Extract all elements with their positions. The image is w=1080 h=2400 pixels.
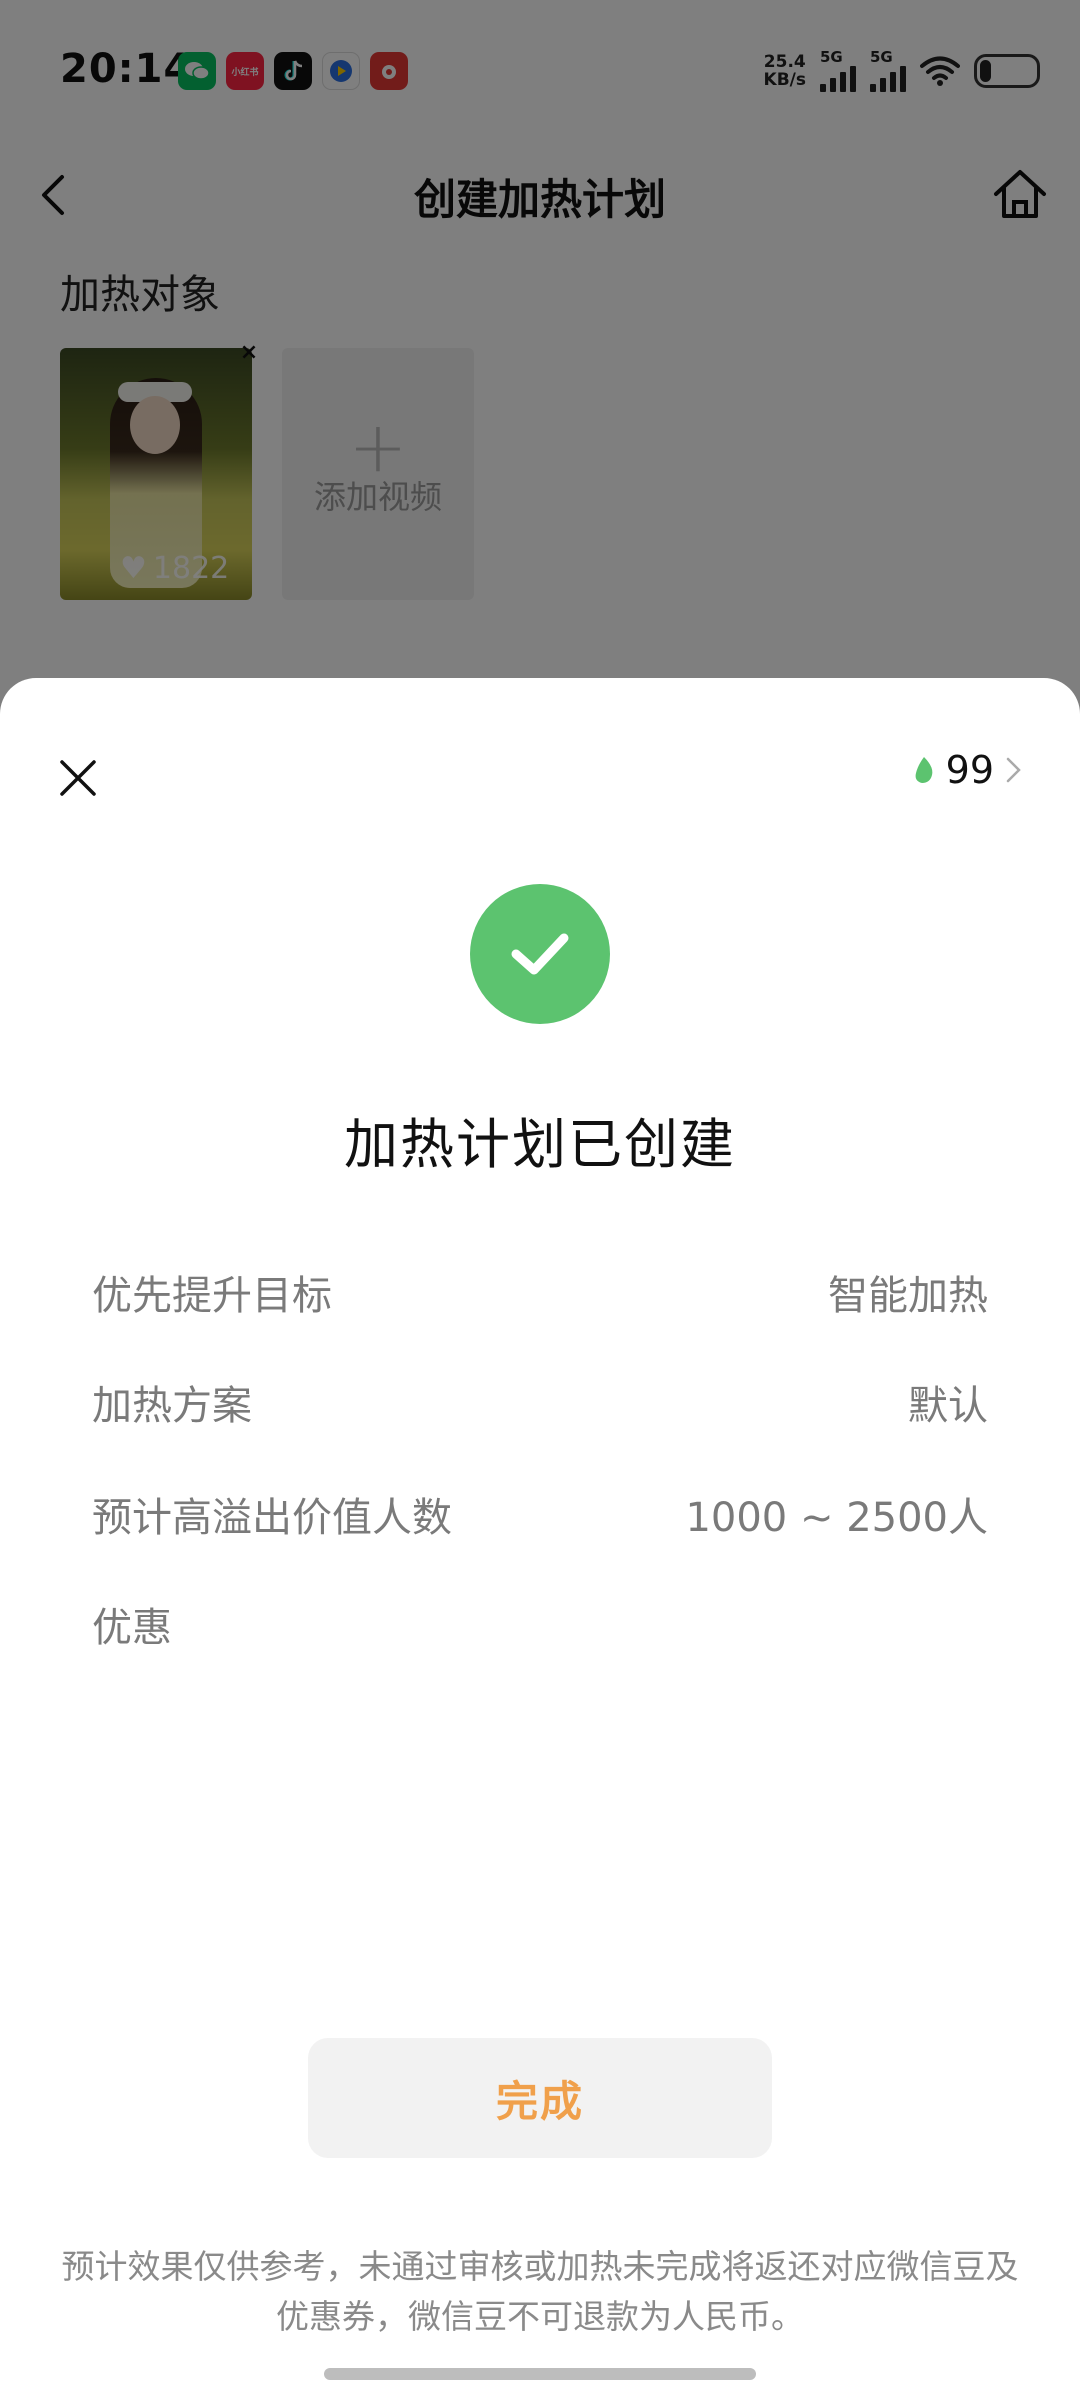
home-indicator[interactable]	[324, 2368, 756, 2380]
row-label: 优先提升目标	[92, 1273, 332, 1319]
chevron-right-icon	[1006, 757, 1021, 783]
row-value: 智能加热	[828, 1273, 988, 1319]
check-circle-icon	[470, 884, 610, 1024]
success-sheet: 99 加热计划已创建 优先提升目标 智能加热 加热方案 默认 预计高溢出价值人数…	[0, 678, 1080, 2400]
close-icon[interactable]	[50, 750, 106, 806]
done-button[interactable]: 完成	[308, 2038, 772, 2158]
row-value: 1000 ~ 2500人	[685, 1495, 988, 1541]
bean-icon	[915, 757, 932, 783]
plan-detail-row: 优先提升目标 智能加热	[92, 1262, 988, 1322]
row-label: 预计高溢出价值人数	[92, 1495, 452, 1541]
disclaimer-note: 预计效果仅供参考，未通过审核或加热未完成将返还对应微信豆及优惠券，微信豆不可退款…	[61, 2247, 1019, 2336]
plan-detail-row: 优惠	[92, 1594, 988, 1654]
plan-detail-row: 加热方案 默认	[92, 1372, 988, 1432]
plan-detail-row: 预计高溢出价值人数 1000 ~ 2500人	[92, 1484, 988, 1544]
row-label: 加热方案	[92, 1383, 252, 1429]
success-title: 加热计划已创建	[344, 1113, 736, 1176]
wechat-bean-balance[interactable]: 99	[912, 748, 1024, 792]
bean-count: 99	[945, 748, 994, 792]
row-label: 优惠	[92, 1605, 172, 1651]
row-value: 默认	[908, 1383, 988, 1429]
